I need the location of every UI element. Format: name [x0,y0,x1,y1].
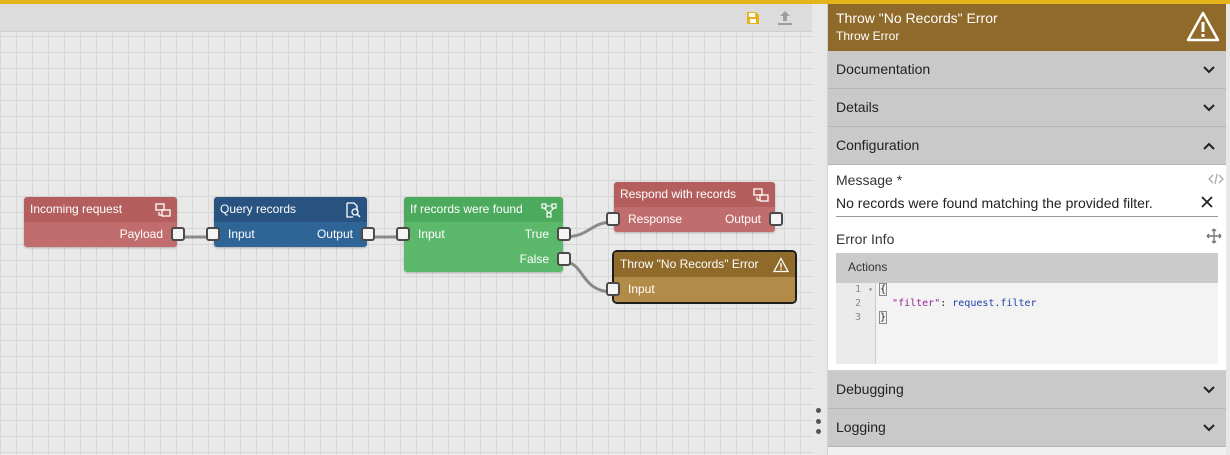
app-root: Incoming request Payload Query records I… [0,0,1230,455]
section-logging[interactable]: Logging [828,409,1226,447]
warning-icon [1186,11,1220,42]
port-label-true: True [524,227,549,241]
input-port[interactable] [606,282,620,296]
port-label-input: Input [228,227,255,241]
close-icon[interactable] [1200,195,1214,209]
node-title: Incoming request [30,202,123,216]
message-label: Message * [836,172,903,188]
node-if-records-found[interactable]: If records were found Input True False [396,197,571,272]
node-incoming-request[interactable]: Incoming request Payload [24,197,185,247]
panel-title: Throw "No Records" Error [836,10,998,26]
panel-resize-handle[interactable] [814,408,822,434]
flow-canvas[interactable]: Incoming request Payload Query records I… [0,4,812,455]
error-info-label: Error Info [836,231,895,247]
section-label: Details [836,99,879,115]
port-label-output: Output [724,212,761,226]
output-port[interactable] [361,227,375,241]
line-number-gutter: 1 ▾ 2 3 [836,283,876,364]
port-label-input: Input [628,282,655,296]
node-title: Throw "No Records" Error [620,257,759,271]
trigger-icon [753,188,769,202]
node-title: If records were found [410,202,523,216]
section-label: Documentation [836,61,931,77]
node-throw-error[interactable]: Throw "No Records" Error Input [606,250,797,304]
warning-icon [773,257,789,273]
canvas-toolbar [0,4,812,32]
configuration-body: Message * No records were found matching… [828,165,1226,371]
code-editor[interactable]: Actions 1 ▾ 2 3 { "filter": request.filte… [836,253,1218,364]
chevron-down-icon [1203,104,1215,112]
node-query-records[interactable]: Query records Input Output [206,197,375,247]
port-label-output: Output [316,227,353,241]
output-port[interactable] [171,227,185,241]
chevron-down-icon [1203,386,1215,394]
input-port[interactable] [396,227,410,241]
code-lines[interactable]: { "filter": request.filter } [878,283,1037,325]
false-output-port[interactable] [557,252,571,266]
node-respond-with-records[interactable]: Respond with records Response Output [606,182,783,232]
message-value: No records were found matching the provi… [836,195,1153,211]
output-port[interactable] [769,212,783,226]
section-label: Logging [836,419,886,435]
search-doc-icon [346,202,361,218]
chevron-down-icon [1203,424,1215,432]
editor-tab-actions[interactable]: Actions [836,253,1218,283]
panel-subtitle: Throw Error [836,29,900,43]
section-documentation[interactable]: Documentation [828,51,1226,89]
section-debugging[interactable]: Debugging [828,371,1226,409]
section-label: Debugging [836,381,904,397]
chevron-down-icon [1203,66,1215,74]
section-label: Configuration [836,137,920,153]
chevron-up-icon [1203,142,1215,150]
message-field[interactable]: No records were found matching the provi… [836,193,1218,217]
save-icon[interactable] [743,8,763,28]
input-port[interactable] [206,227,220,241]
trigger-icon [155,203,171,217]
node-title: Query records [220,202,297,216]
section-details[interactable]: Details [828,89,1226,127]
properties-panel: Throw "No Records" Error Throw Error Doc… [827,4,1226,455]
input-port[interactable] [606,212,620,226]
node-title: Respond with records [620,187,737,201]
true-output-port[interactable] [557,227,571,241]
upload-icon[interactable] [775,8,795,28]
branch-icon [541,203,557,218]
port-label-response: Response [628,212,683,226]
port-label-input: Input [418,227,445,241]
section-configuration[interactable]: Configuration [828,127,1226,165]
port-label-false: False [519,252,549,266]
code-icon[interactable] [1208,173,1224,185]
panel-header: Throw "No Records" Error Throw Error [828,4,1226,51]
move-icon[interactable] [1206,228,1222,244]
port-label-payload: Payload [119,227,163,241]
